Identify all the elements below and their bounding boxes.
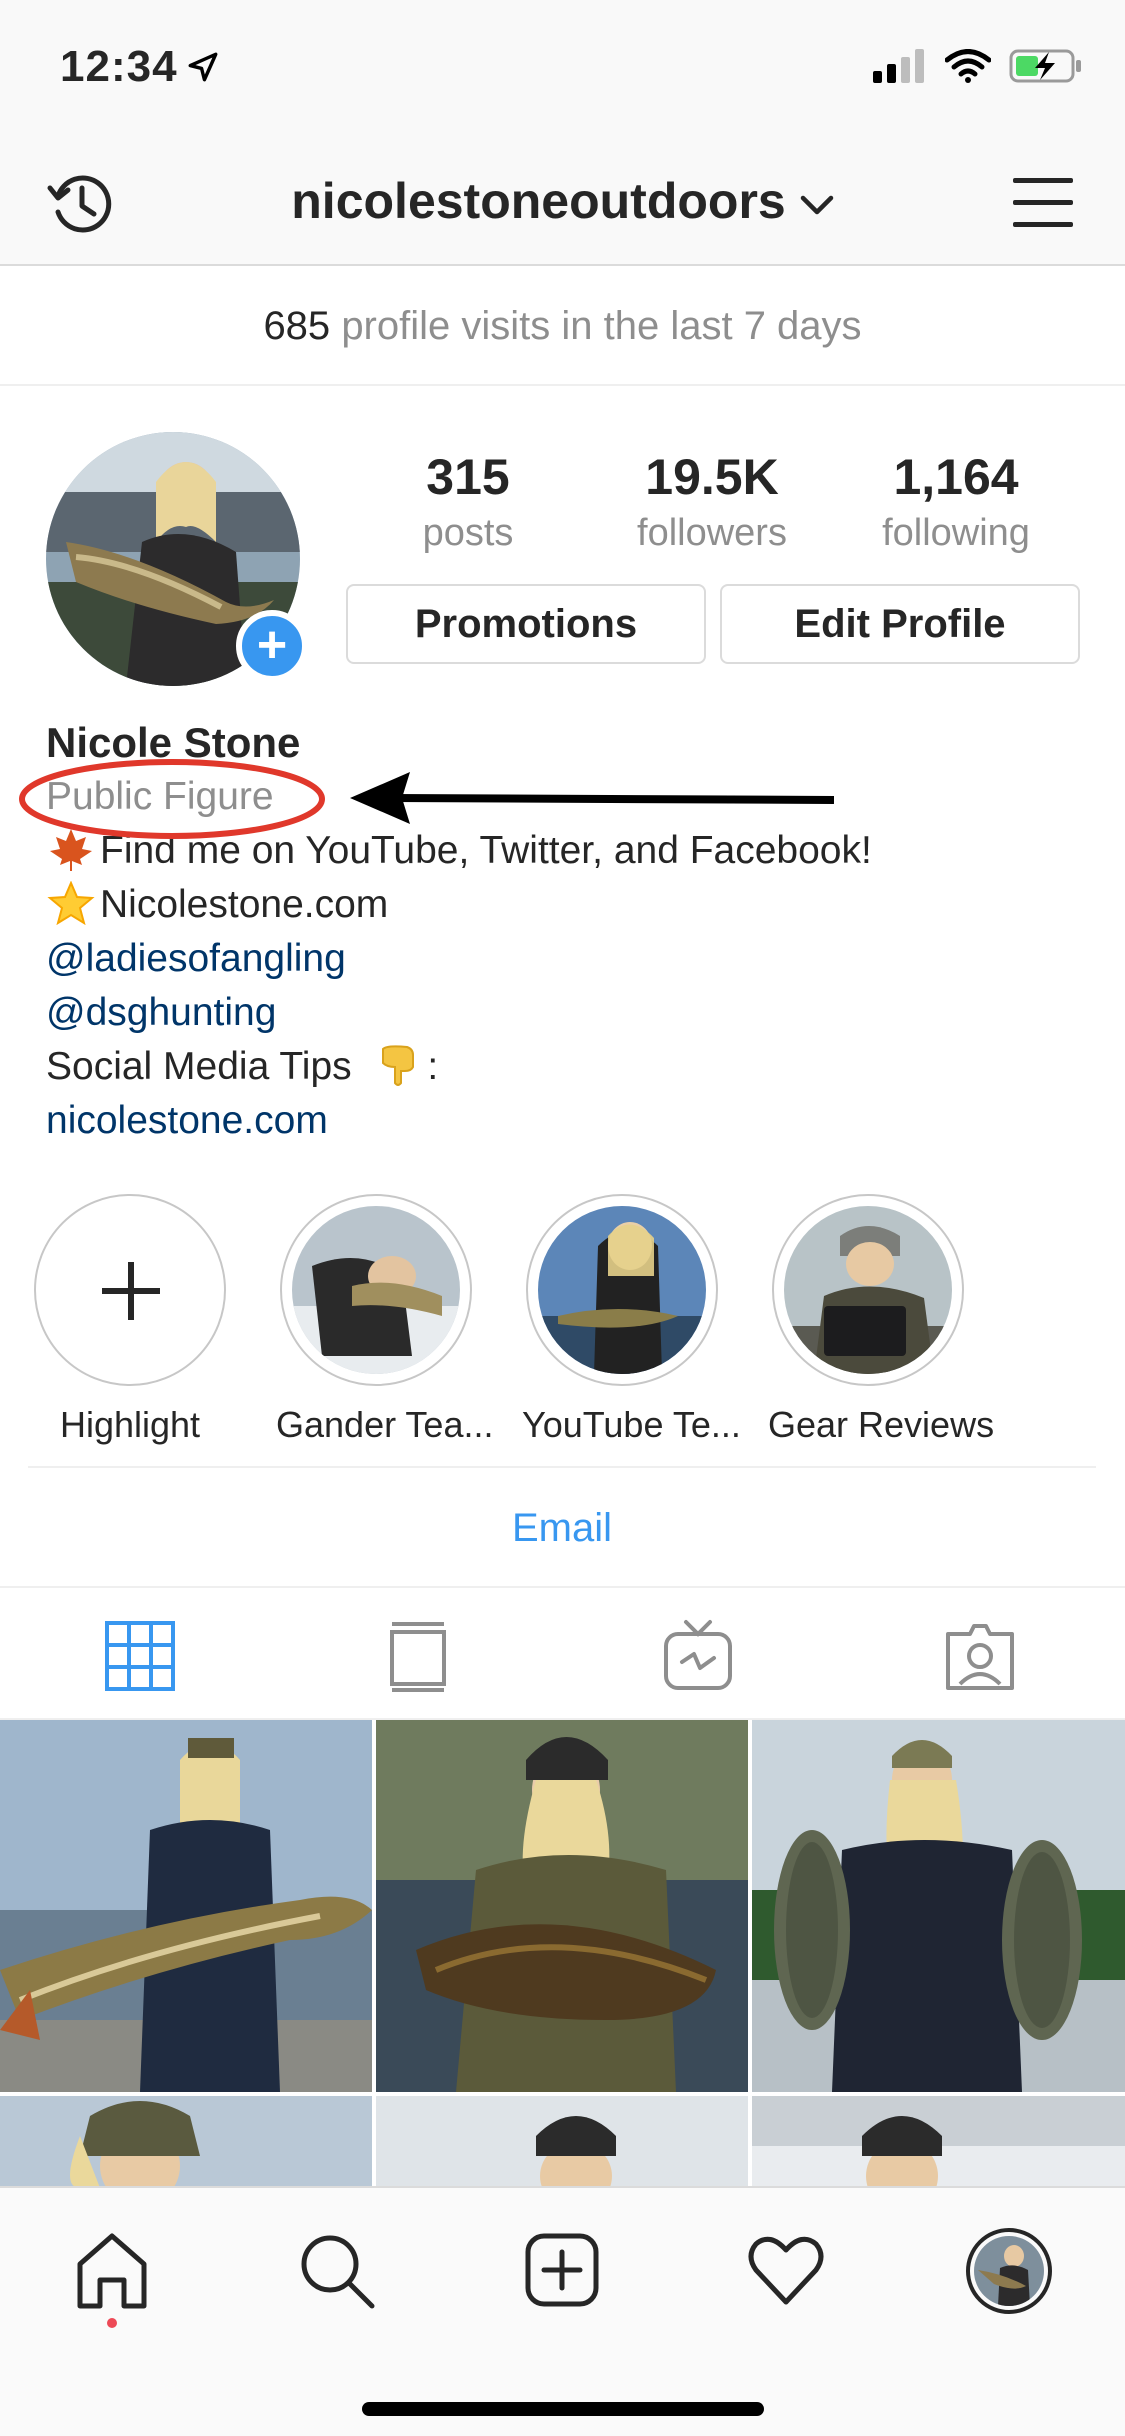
highlight-gander[interactable]: Gander Tea... — [276, 1194, 494, 1446]
plus-icon — [102, 1262, 160, 1320]
battery-charging-icon — [1009, 49, 1081, 83]
stat-posts[interactable]: 315 posts — [346, 448, 590, 558]
website-link[interactable]: nicolestone.com — [46, 1094, 1086, 1148]
profile-visits-insight[interactable]: 685 profile visits in the last 7 days — [0, 266, 1125, 386]
post-thumbnail[interactable] — [0, 2096, 372, 2188]
highlight-label: Gear Reviews — [768, 1404, 995, 1445]
visits-count: 685 — [263, 304, 331, 348]
status-time: 12:34 — [60, 42, 220, 92]
stat-label: following — [882, 512, 1030, 554]
bottom-navigation — [0, 2186, 1125, 2436]
email-button[interactable]: Email — [28, 1466, 1096, 1586]
header-username: nicolestoneoutdoors — [291, 173, 786, 229]
highlight-label: Gander Tea... — [276, 1404, 494, 1445]
grid-icon[interactable] — [102, 1618, 178, 1694]
visits-text: profile visits in the last 7 days — [341, 304, 862, 348]
mention-link[interactable]: @dsghunting — [46, 986, 1086, 1040]
account-switcher[interactable]: nicolestoneoutdoors — [0, 172, 1125, 230]
stat-value: 19.5K — [645, 449, 779, 505]
status-bar: 12:34 — [0, 0, 1125, 140]
edit-profile-button[interactable]: Edit Profile — [720, 584, 1080, 664]
igtv-icon[interactable] — [660, 1618, 736, 1694]
search-icon[interactable] — [294, 2228, 378, 2312]
activity-heart-icon[interactable] — [744, 2228, 828, 2312]
stat-label: followers — [637, 512, 787, 554]
profile-stats: 315 posts 19.5K followers 1,164 followin… — [346, 448, 1078, 558]
tagged-icon[interactable] — [942, 1618, 1018, 1694]
add-story-badge[interactable]: + — [236, 610, 308, 682]
highlight-cover-image — [784, 1206, 952, 1374]
profile-avatar[interactable] — [966, 2228, 1052, 2314]
highlight-youtube[interactable]: YouTube Te... — [522, 1194, 741, 1446]
profile-header: nicolestoneoutdoors — [0, 140, 1125, 266]
stat-followers[interactable]: 19.5K followers — [590, 448, 834, 558]
stat-label: posts — [422, 512, 514, 554]
hamburger-menu-icon[interactable] — [1011, 170, 1075, 234]
highlight-cover-image — [538, 1206, 706, 1374]
stat-value: 1,164 — [893, 449, 1019, 505]
chevron-down-icon — [800, 195, 833, 215]
story-highlights: Highlight Gander Tea... YouTube Te... Ge… — [30, 1194, 1100, 1446]
post-grid — [0, 1720, 1125, 2188]
highlight-gear-reviews[interactable]: Gear Reviews — [768, 1194, 995, 1446]
glowing-star-icon — [47, 881, 95, 925]
cellular-signal-icon — [873, 49, 924, 83]
plus-icon: + — [256, 615, 288, 674]
annotation-circle — [19, 759, 325, 839]
annotation-arrow — [350, 772, 834, 824]
highlight-label: Highlight — [59, 1404, 201, 1445]
highlight-ring — [772, 1194, 964, 1386]
profile-tabs — [0, 1586, 1125, 1720]
mention-link[interactable]: @ladiesofangling — [46, 932, 1086, 986]
bio-line: Nicolestone.com — [46, 878, 1086, 932]
stat-value: 315 — [426, 449, 510, 505]
post-thumbnail[interactable] — [376, 1720, 748, 2092]
location-arrow-icon — [188, 52, 217, 82]
home-icon[interactable] — [70, 2228, 154, 2312]
highlight-ring — [34, 1194, 226, 1386]
wifi-icon — [945, 49, 991, 83]
bio-line: Social Media Tips : — [46, 1045, 439, 1088]
pointing-down-hand-icon — [382, 1045, 415, 1086]
highlight-label: YouTube Te... — [522, 1404, 741, 1445]
promotions-button[interactable]: Promotions — [346, 584, 706, 664]
post-thumbnail[interactable] — [752, 1720, 1125, 2092]
highlight-ring — [280, 1194, 472, 1386]
highlight-ring — [526, 1194, 718, 1386]
notification-dot — [107, 2318, 117, 2328]
highlight-cover-image — [292, 1206, 460, 1374]
home-indicator — [362, 2402, 764, 2416]
status-icons — [873, 48, 1083, 84]
highlight-new[interactable]: Highlight — [30, 1194, 230, 1446]
post-thumbnail[interactable] — [376, 2096, 748, 2188]
post-thumbnail[interactable] — [0, 1720, 372, 2092]
post-thumbnail[interactable] — [752, 2096, 1125, 2188]
stat-following[interactable]: 1,164 following — [834, 448, 1078, 558]
feed-icon[interactable] — [380, 1618, 456, 1694]
profile-actions: Promotions Edit Profile — [346, 584, 1080, 664]
new-post-icon[interactable] — [520, 2228, 604, 2312]
